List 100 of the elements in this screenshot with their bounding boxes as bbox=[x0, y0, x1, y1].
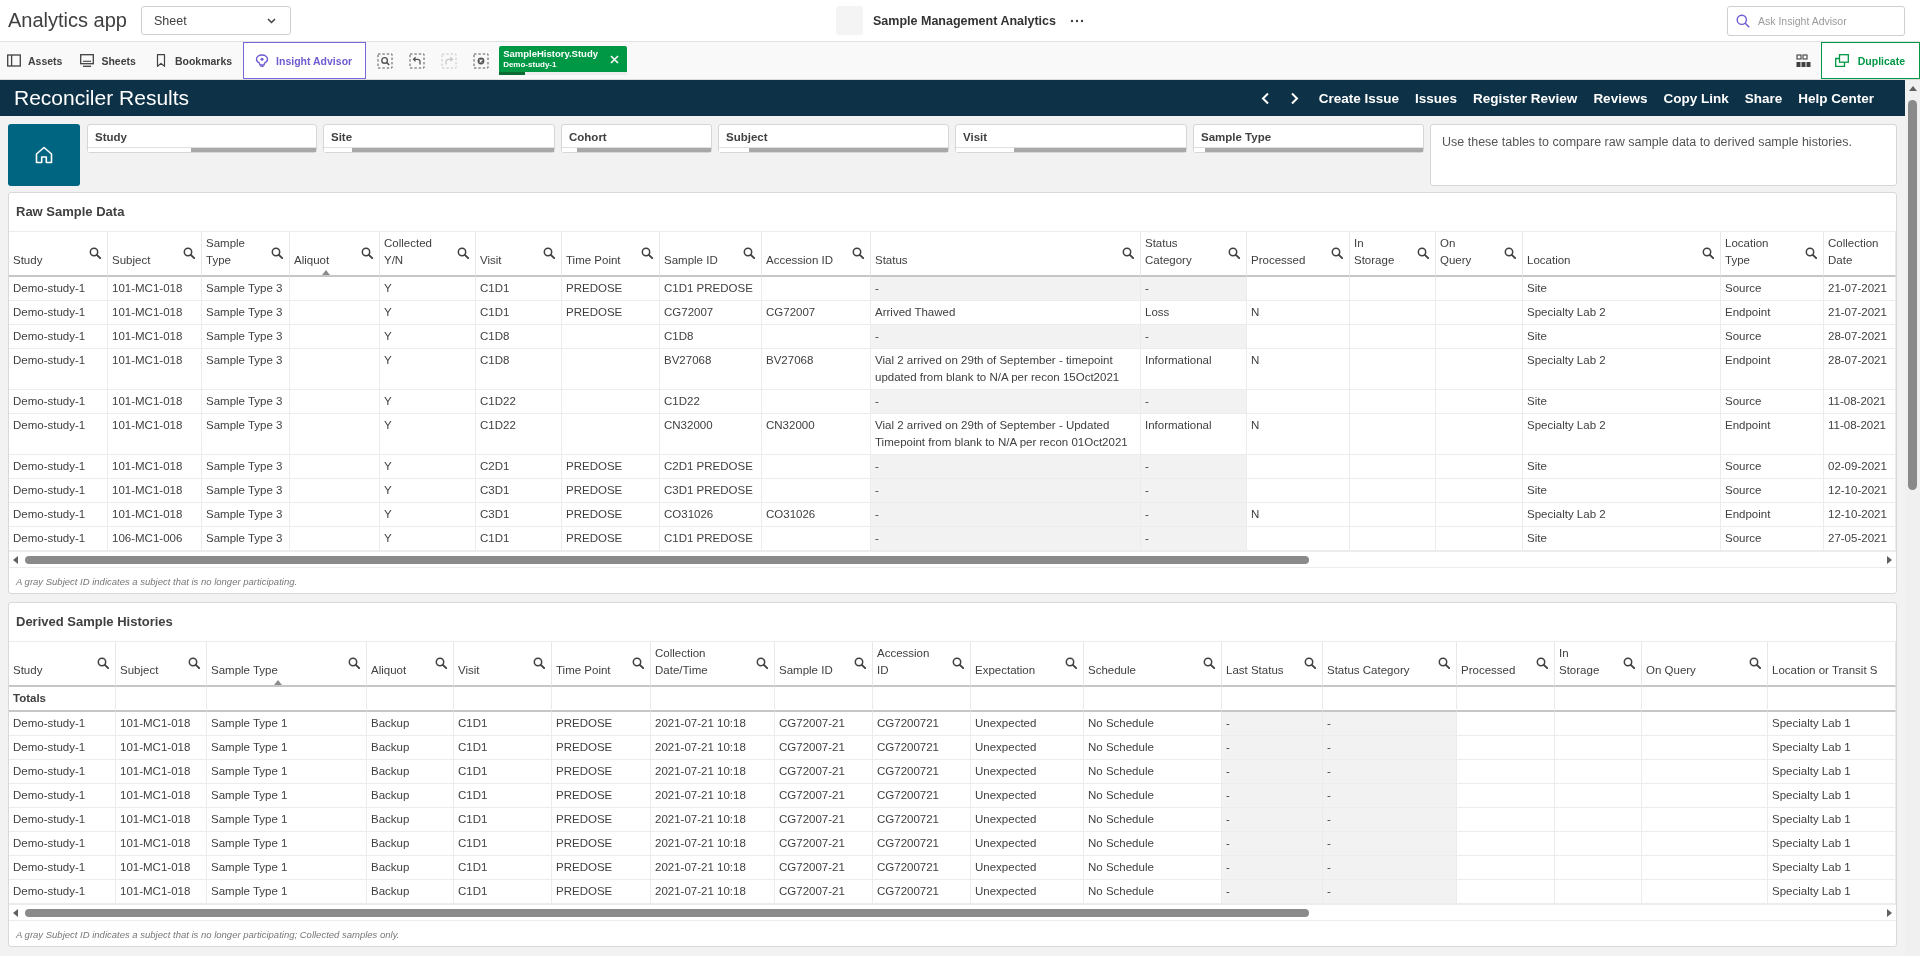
column-header[interactable]: Location bbox=[1523, 231, 1721, 277]
nav-link[interactable]: Reviews bbox=[1593, 90, 1648, 106]
column-header[interactable]: Subject bbox=[108, 231, 202, 277]
search-icon[interactable] bbox=[1122, 246, 1134, 259]
column-header[interactable]: Status Category bbox=[1323, 641, 1457, 687]
filter-box[interactable]: Site bbox=[323, 124, 555, 153]
chevron-right-icon[interactable] bbox=[1289, 91, 1299, 105]
nav-link[interactable]: Copy Link bbox=[1663, 90, 1729, 106]
search-icon[interactable] bbox=[435, 656, 447, 669]
duplicate-button[interactable]: Duplicate bbox=[1820, 42, 1920, 79]
clear-selections-icon[interactable] bbox=[473, 52, 490, 69]
search-icon[interactable] bbox=[1065, 656, 1077, 669]
column-header[interactable]: In Storage bbox=[1350, 231, 1436, 277]
more-icon[interactable] bbox=[1069, 18, 1084, 23]
column-header[interactable]: Schedule bbox=[1084, 641, 1222, 687]
search-icon[interactable] bbox=[1417, 246, 1429, 259]
search-icon[interactable] bbox=[1805, 246, 1817, 259]
column-header[interactable]: On Query bbox=[1642, 641, 1768, 687]
search-icon[interactable] bbox=[188, 656, 200, 669]
column-header[interactable]: Time Point bbox=[562, 231, 660, 277]
search-icon[interactable] bbox=[854, 656, 866, 669]
step-back-icon[interactable] bbox=[409, 52, 426, 69]
search-icon[interactable] bbox=[632, 656, 644, 669]
search-icon[interactable] bbox=[1304, 656, 1316, 669]
scroll-right-icon[interactable] bbox=[1887, 555, 1892, 564]
sheets-button[interactable]: Sheets bbox=[71, 42, 145, 79]
column-header[interactable]: Study bbox=[9, 231, 108, 277]
column-header[interactable]: Sample ID bbox=[660, 231, 762, 277]
filter-box[interactable]: Visit bbox=[955, 124, 1187, 153]
search-icon[interactable] bbox=[743, 246, 755, 259]
search-icon[interactable] bbox=[183, 246, 195, 259]
column-header[interactable]: Last Status bbox=[1222, 641, 1323, 687]
search-icon[interactable] bbox=[1504, 246, 1516, 259]
home-button[interactable] bbox=[8, 124, 80, 186]
selection-chip[interactable]: SampleHistory.Study Demo-study-1 bbox=[499, 46, 628, 75]
search-icon[interactable] bbox=[756, 656, 768, 669]
nav-link[interactable]: Create Issue bbox=[1318, 90, 1400, 106]
column-header[interactable]: Collection Date bbox=[1824, 231, 1896, 277]
filter-box[interactable]: Study bbox=[87, 124, 317, 153]
column-header[interactable]: Expectation bbox=[971, 641, 1084, 687]
search-icon[interactable] bbox=[457, 246, 469, 259]
advisor-button[interactable]: Insight Advisor bbox=[243, 42, 367, 79]
scroll-left-icon[interactable] bbox=[13, 908, 18, 917]
close-icon[interactable] bbox=[610, 54, 620, 64]
search-icon[interactable] bbox=[543, 246, 555, 259]
column-header[interactable]: In Storage bbox=[1555, 641, 1642, 687]
column-header[interactable]: Study bbox=[9, 641, 116, 687]
nav-link[interactable]: Issues bbox=[1415, 90, 1458, 106]
column-header[interactable]: Processed bbox=[1457, 641, 1555, 687]
search-icon[interactable] bbox=[1749, 656, 1761, 669]
search-icon[interactable] bbox=[1228, 246, 1240, 259]
column-header[interactable]: Accession ID bbox=[762, 231, 871, 277]
filter-box[interactable]: Cohort bbox=[561, 124, 712, 153]
search-icon[interactable] bbox=[348, 656, 360, 669]
horizontal-scrollbar[interactable] bbox=[9, 904, 1896, 920]
filter-box[interactable]: Subject bbox=[718, 124, 949, 153]
search-field[interactable]: Ask Insight Advisor bbox=[1727, 5, 1905, 36]
column-header[interactable]: Subject bbox=[116, 641, 207, 687]
column-header[interactable]: Aliquot bbox=[367, 641, 454, 687]
column-header[interactable]: Sample Type bbox=[202, 231, 290, 277]
column-header[interactable]: Collected Y/N bbox=[380, 231, 476, 277]
column-header[interactable]: Accession ID bbox=[873, 641, 971, 687]
nav-link[interactable]: Help Center bbox=[1798, 90, 1874, 106]
search-icon[interactable] bbox=[361, 246, 373, 259]
grid-icon[interactable] bbox=[1795, 53, 1811, 68]
search-icon[interactable] bbox=[89, 246, 101, 259]
column-header[interactable]: Sample Type bbox=[207, 641, 367, 687]
search-icon[interactable] bbox=[1203, 656, 1215, 669]
column-header[interactable]: Location or Transit S bbox=[1768, 641, 1896, 687]
assets-button[interactable]: Assets bbox=[0, 42, 72, 79]
selection-search-icon[interactable] bbox=[377, 52, 394, 69]
column-header[interactable]: Sample ID bbox=[775, 641, 873, 687]
column-header[interactable]: Visit bbox=[454, 641, 552, 687]
search-icon[interactable] bbox=[533, 656, 545, 669]
nav-link[interactable]: Share bbox=[1744, 90, 1783, 106]
search-icon[interactable] bbox=[97, 656, 109, 669]
column-header[interactable]: Aliquot bbox=[290, 231, 380, 277]
search-icon[interactable] bbox=[1623, 656, 1635, 669]
sheet-dropdown[interactable]: Sheet bbox=[140, 6, 291, 35]
search-icon[interactable] bbox=[641, 246, 653, 259]
chevron-left-icon[interactable] bbox=[1260, 91, 1270, 105]
column-header[interactable]: Time Point bbox=[552, 641, 651, 687]
column-header[interactable]: Visit bbox=[476, 231, 562, 277]
scroll-left-icon[interactable] bbox=[13, 555, 18, 564]
search-icon[interactable] bbox=[1331, 246, 1343, 259]
nav-link[interactable]: Register Review bbox=[1473, 90, 1578, 106]
horizontal-scrollbar[interactable] bbox=[9, 551, 1896, 567]
scroll-up-icon[interactable] bbox=[1908, 86, 1917, 91]
search-icon[interactable] bbox=[1702, 246, 1714, 259]
search-icon[interactable] bbox=[1438, 656, 1450, 669]
search-icon[interactable] bbox=[1536, 656, 1548, 669]
column-header[interactable]: Collection Date/Time bbox=[651, 641, 775, 687]
column-header[interactable]: Processed bbox=[1247, 231, 1350, 277]
search-icon[interactable] bbox=[952, 656, 964, 669]
filter-box[interactable]: Sample Type bbox=[1193, 124, 1424, 153]
search-icon[interactable] bbox=[271, 246, 283, 259]
bookmarks-button[interactable]: Bookmarks bbox=[144, 42, 242, 79]
column-header[interactable]: Location Type bbox=[1721, 231, 1824, 277]
column-header[interactable]: On Query bbox=[1436, 231, 1523, 277]
search-icon[interactable] bbox=[852, 246, 864, 259]
